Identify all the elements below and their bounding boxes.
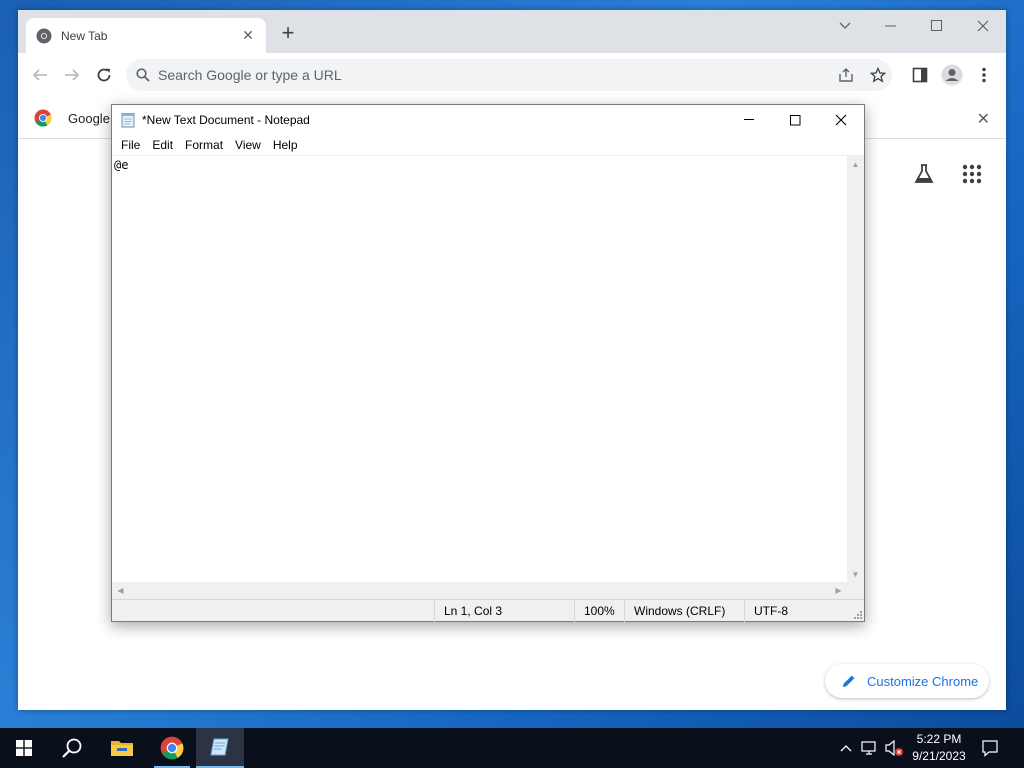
customize-chrome-button[interactable]: Customize Chrome xyxy=(825,664,989,698)
vertical-scrollbar[interactable]: ▲ ▼ xyxy=(847,156,864,583)
google-apps-grid-icon[interactable] xyxy=(960,162,984,186)
scrollbar-corner xyxy=(847,582,864,599)
network-icon[interactable] xyxy=(860,738,880,758)
notepad-window: *New Text Document - Notepad File Edit F… xyxy=(111,104,865,622)
notepad-titlebar[interactable]: *New Text Document - Notepad xyxy=(112,105,864,135)
notepad-status-bar: Ln 1, Col 3 100% Windows (CRLF) UTF-8 xyxy=(112,599,864,622)
clock-date: 9/21/2023 xyxy=(912,749,966,763)
bookmark-bar-close-icon[interactable]: ✕ xyxy=(977,109,990,129)
search-icon xyxy=(136,68,150,82)
start-button[interactable] xyxy=(0,728,48,768)
status-cursor-position: Ln 1, Col 3 xyxy=(434,600,574,622)
status-encoding: UTF-8 xyxy=(744,600,849,622)
notepad-title: *New Text Document - Notepad xyxy=(142,113,310,127)
volume-muted-icon[interactable] xyxy=(884,738,904,758)
horizontal-scrollbar[interactable]: ◀ ▶ xyxy=(112,582,847,599)
notepad-app-icon xyxy=(121,113,135,128)
notepad-menubar: File Edit Format View Help xyxy=(112,135,864,155)
taskbar: 5:22 PM 9/21/2023 xyxy=(0,728,1024,768)
omnibox[interactable] xyxy=(126,59,892,91)
menu-edit[interactable]: Edit xyxy=(146,138,179,152)
notepad-close-button[interactable] xyxy=(818,105,864,135)
action-center-icon[interactable] xyxy=(980,738,1000,758)
taskbar-chrome[interactable] xyxy=(148,728,196,768)
search-icon xyxy=(62,738,82,758)
notepad-text-area[interactable]: @e xyxy=(114,158,848,582)
chrome-titlebar: New Tab ✕ + xyxy=(18,10,1006,53)
new-tab-button[interactable]: + xyxy=(276,22,300,46)
bookmark-label: Google xyxy=(68,110,110,126)
menu-format[interactable]: Format xyxy=(179,138,229,152)
taskbar-search-button[interactable] xyxy=(48,728,96,768)
close-button[interactable] xyxy=(960,10,1006,42)
back-icon[interactable] xyxy=(28,63,52,87)
chrome-toolbar xyxy=(18,53,1006,97)
tab-new-tab[interactable]: New Tab ✕ xyxy=(26,18,266,53)
scroll-left-icon[interactable]: ◀ xyxy=(112,582,129,599)
reload-icon[interactable] xyxy=(92,63,116,87)
bookmark-google[interactable]: Google xyxy=(34,109,110,127)
tab-close-icon[interactable]: ✕ xyxy=(240,27,256,44)
notepad-minimize-button[interactable] xyxy=(726,105,772,135)
customize-chrome-label: Customize Chrome xyxy=(867,673,979,689)
maximize-button[interactable] xyxy=(914,10,960,42)
windows-logo-icon xyxy=(16,740,32,756)
omnibox-input[interactable] xyxy=(158,67,798,83)
menu-file[interactable]: File xyxy=(115,138,146,152)
bookmark-star-icon[interactable] xyxy=(866,63,890,87)
chrome-favicon-icon xyxy=(36,28,52,43)
scroll-right-icon[interactable]: ▶ xyxy=(830,582,847,599)
forward-icon[interactable] xyxy=(60,63,84,87)
tray-chevron-up-icon[interactable] xyxy=(836,738,856,758)
notepad-icon xyxy=(210,738,229,756)
scroll-up-icon[interactable]: ▲ xyxy=(847,156,864,173)
status-line-ending: Windows (CRLF) xyxy=(624,600,744,622)
scroll-down-icon[interactable]: ▼ xyxy=(847,566,864,583)
more-menu-icon[interactable] xyxy=(972,63,996,87)
menu-help[interactable]: Help xyxy=(267,138,304,152)
google-chrome-logo-icon xyxy=(34,109,52,127)
share-icon[interactable] xyxy=(834,63,858,87)
labs-flask-icon[interactable] xyxy=(912,162,936,186)
taskbar-file-explorer[interactable] xyxy=(98,728,146,768)
taskbar-clock[interactable]: 5:22 PM 9/21/2023 xyxy=(904,731,974,765)
pencil-icon xyxy=(843,675,855,687)
profile-avatar-icon[interactable] xyxy=(940,63,964,87)
tab-title: New Tab xyxy=(61,28,108,43)
taskbar-notepad[interactable] xyxy=(196,728,244,768)
notepad-maximize-button[interactable] xyxy=(772,105,818,135)
notepad-edit-area: @e ▲ ▼ ◀ ▶ xyxy=(112,155,864,599)
minimize-button[interactable] xyxy=(868,10,914,42)
side-panel-icon[interactable] xyxy=(908,63,932,87)
file-explorer-icon xyxy=(111,741,133,756)
clock-time: 5:22 PM xyxy=(916,732,962,746)
tab-search-chevron-icon[interactable] xyxy=(822,10,868,42)
status-zoom: 100% xyxy=(574,600,624,622)
resize-grip-icon[interactable] xyxy=(852,609,862,619)
menu-view[interactable]: View xyxy=(229,138,267,152)
chrome-icon xyxy=(160,736,184,760)
